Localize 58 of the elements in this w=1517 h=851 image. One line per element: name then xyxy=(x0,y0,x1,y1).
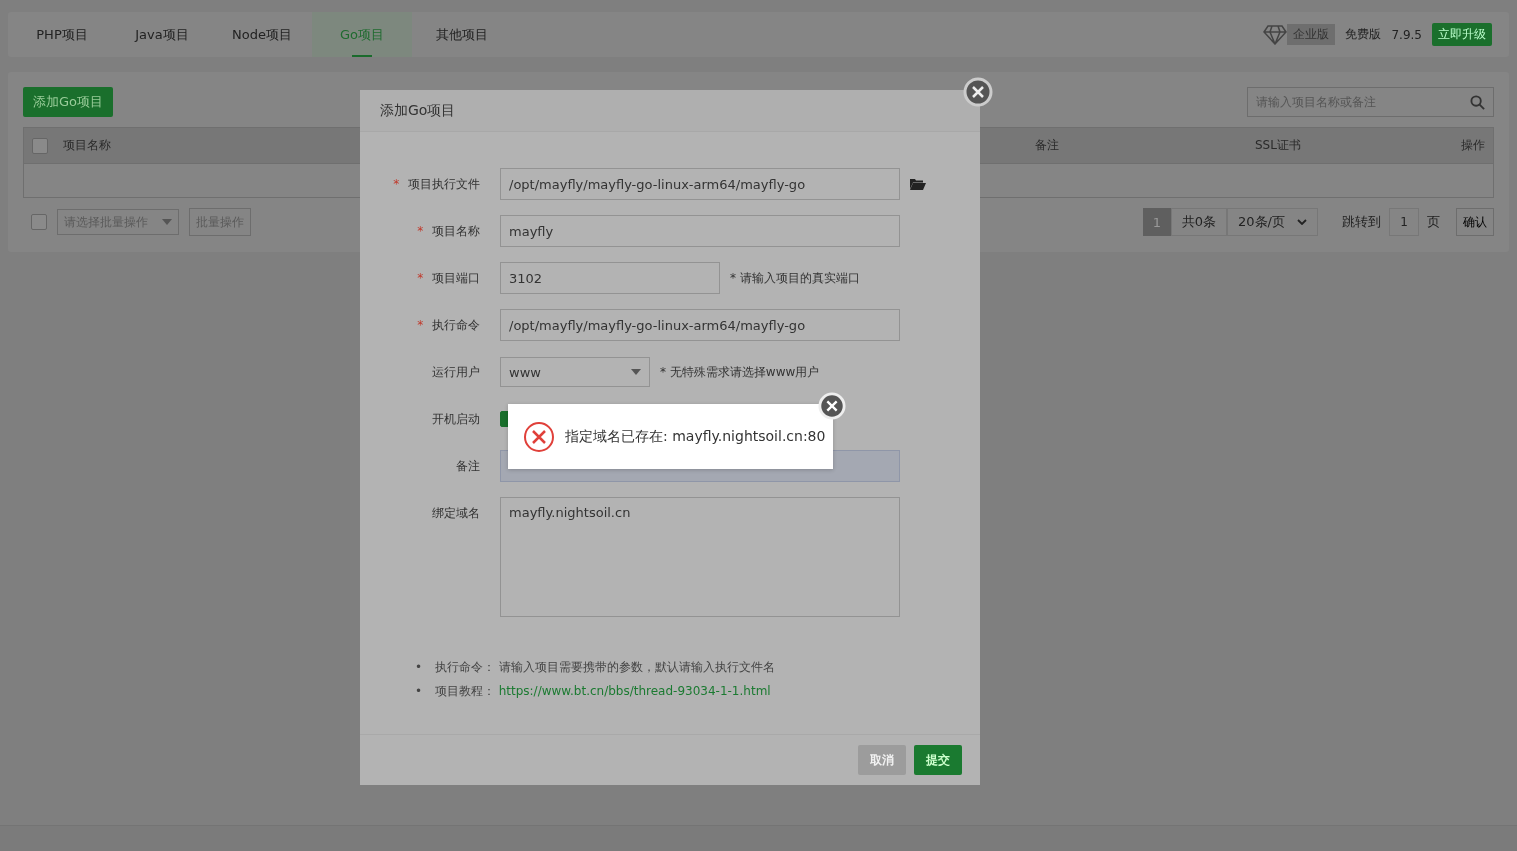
page-input[interactable]: 1 xyxy=(1389,208,1419,236)
column-header: SSL证书 xyxy=(1255,137,1302,154)
page-unit: 页 xyxy=(1426,213,1441,231)
select-field[interactable]: www xyxy=(500,357,650,387)
column-header: 备注 xyxy=(1035,137,1060,154)
column-header: 项目名称 xyxy=(63,137,112,154)
required-mark: * xyxy=(393,176,400,191)
project-tab[interactable]: PHP项目 xyxy=(12,12,112,57)
tutorial-link[interactable]: https://www.bt.cn/bbs/thread-93034-1-1.html xyxy=(498,684,771,698)
field-label: 开机启动 xyxy=(432,411,480,426)
text-field[interactable]: /opt/mayfly/mayfly-go-linux-arm64/mayfly-go xyxy=(500,309,900,341)
dialog-title: 添加Go项目 xyxy=(380,101,456,120)
required-mark: * xyxy=(417,270,424,285)
total-count: 共0条 xyxy=(1170,208,1228,236)
search-icon xyxy=(1470,94,1485,110)
select-all-checkbox[interactable] xyxy=(32,137,48,154)
field-hint: * 无特殊需求请选择www用户 xyxy=(660,363,820,381)
upgrade-button[interactable]: 立即升级 xyxy=(1432,23,1492,46)
field-label: 运行用户 xyxy=(432,364,480,379)
folder-icon[interactable] xyxy=(910,178,926,190)
project-tab[interactable]: Java项目 xyxy=(112,12,212,57)
row-checkbox[interactable] xyxy=(31,214,47,230)
cancel-button[interactable]: 取消 xyxy=(858,745,906,775)
field-label: 绑定域名 xyxy=(432,506,480,520)
diamond-icon xyxy=(1263,24,1288,45)
bullet: • xyxy=(415,659,424,676)
version-label: 7.9.5 xyxy=(1391,27,1422,42)
bullet: • xyxy=(415,683,424,700)
text-field[interactable]: 3102 xyxy=(500,262,720,294)
confirm-button[interactable]: 确认 xyxy=(1456,208,1494,236)
add-project-button[interactable]: 添加Go项目 xyxy=(23,87,114,117)
text-area[interactable]: mayfly.nightsoil.cn xyxy=(500,497,900,617)
jump-label: 跳转到 xyxy=(1341,213,1382,231)
note-text: 请输入项目需要携带的参数，默认请输入执行文件名 xyxy=(498,660,775,674)
field-label: 项目名称 xyxy=(432,223,480,238)
project-tab[interactable]: Node项目 xyxy=(212,12,312,57)
text-field[interactable]: mayfly xyxy=(500,215,900,247)
field-label: 备注 xyxy=(456,458,480,473)
error-message: 指定域名已存在: mayfly.nightsoil.cn:80 xyxy=(565,427,826,446)
field-label: 项目端口 xyxy=(432,270,480,285)
close-icon[interactable] xyxy=(963,77,993,107)
error-icon xyxy=(523,420,555,453)
page-size-select[interactable]: 20条/页 xyxy=(1227,208,1318,236)
field-label: 执行命令 xyxy=(432,317,480,332)
submit-button[interactable]: 提交 xyxy=(914,745,962,775)
caret-icon xyxy=(631,369,641,375)
required-mark: * xyxy=(417,223,424,238)
note-label: 执行命令： xyxy=(434,660,495,674)
text-field[interactable]: /opt/mayfly/mayfly-go-linux-arm64/mayfly-go xyxy=(500,168,900,200)
caret-icon xyxy=(162,219,172,225)
column-header: 操作 xyxy=(1460,137,1485,154)
note-label: 项目教程： xyxy=(434,684,495,698)
edition-label: 免费版 xyxy=(1345,26,1382,43)
chevron-icon xyxy=(1297,219,1307,225)
required-mark: * xyxy=(417,317,424,332)
field-label: 项目执行文件 xyxy=(408,176,480,191)
field-hint: * 请输入项目的真实端口 xyxy=(730,269,860,287)
project-tab[interactable]: 其他项目 xyxy=(412,12,512,57)
